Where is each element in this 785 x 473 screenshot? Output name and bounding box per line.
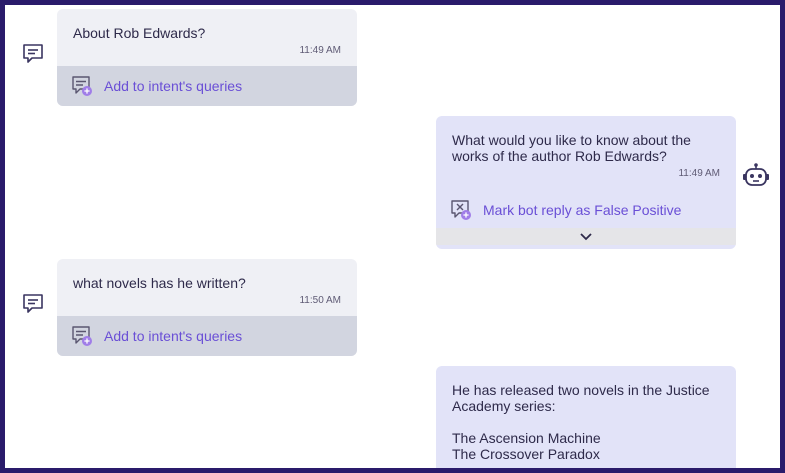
mark-false-positive-icon xyxy=(451,200,471,220)
action-label: Add to intent's queries xyxy=(104,78,243,94)
user-message: what novels has he written? 11:50 AM Add… xyxy=(57,259,357,356)
user-message: About Rob Edwards? 11:49 AM Add to inten… xyxy=(57,9,357,106)
chat-message-icon xyxy=(23,44,43,63)
robot-icon xyxy=(743,163,769,186)
chevron-down-icon xyxy=(580,232,592,240)
action-label: Mark bot reply as False Positive xyxy=(483,202,682,218)
message-timestamp: 11:49 AM xyxy=(678,168,720,179)
mark-false-positive-button[interactable]: Mark bot reply as False Positive xyxy=(436,192,736,228)
bot-message: What would you like to know about the wo… xyxy=(436,116,736,249)
chat-transcript: About Rob Edwards? 11:49 AM Add to inten… xyxy=(5,5,780,468)
add-to-intent-queries-button[interactable]: Add to intent's queries xyxy=(57,66,357,106)
message-text: what novels has he written? xyxy=(73,275,246,291)
add-to-intent-queries-button[interactable]: Add to intent's queries xyxy=(57,316,357,356)
expand-reply-button[interactable] xyxy=(436,228,736,245)
add-query-icon xyxy=(72,326,92,346)
message-timestamp: 11:50 AM xyxy=(299,295,341,306)
message-timestamp: 11:49 AM xyxy=(299,45,341,56)
add-query-icon xyxy=(72,76,92,96)
bot-message: He has released two novels in the Justic… xyxy=(436,366,736,468)
chat-message-icon xyxy=(23,294,43,313)
message-text: What would you like to know about the wo… xyxy=(452,132,691,164)
message-text: He has released two novels in the Justic… xyxy=(452,382,710,462)
action-label: Add to intent's queries xyxy=(104,328,243,344)
message-text: About Rob Edwards? xyxy=(73,25,206,41)
